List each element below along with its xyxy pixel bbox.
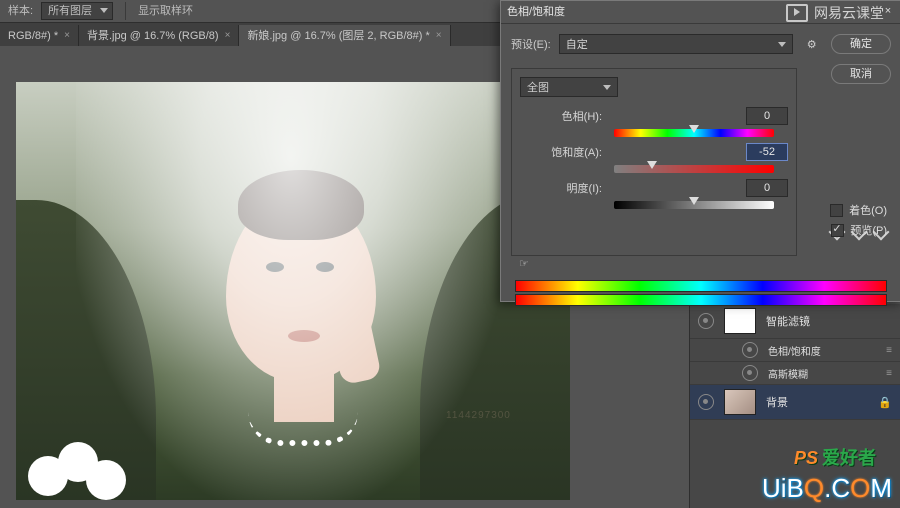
lightness-input[interactable]: 0 [746, 179, 788, 197]
visibility-icon[interactable] [742, 365, 758, 381]
filter-row[interactable]: 色相/饱和度 ≡ [690, 339, 900, 362]
brand-cn-text: 爱好者 [822, 448, 876, 468]
filter-name: 色相/饱和度 [768, 343, 876, 358]
sample-dropdown[interactable]: 所有图层 [41, 2, 113, 20]
lightness-label: 明度(I): [520, 180, 602, 196]
preset-value: 自定 [566, 36, 588, 52]
hue-saturation-dialog: 色相/饱和度 × 预设(E): 自定 ⚙ 确定 取消 全图 色相(H): 0 [500, 0, 900, 302]
dialog-title: 色相/饱和度 [507, 1, 565, 23]
preset-label: 预设(E): [511, 36, 551, 52]
hue-spectrum-bottom [515, 294, 887, 306]
hue-input[interactable]: 0 [746, 107, 788, 125]
preview-checkbox-row[interactable]: 预览(P) [831, 222, 887, 238]
layer-thumbnail [724, 389, 756, 415]
visibility-icon[interactable] [698, 394, 714, 410]
targeted-adjust-icon[interactable]: ☞ [519, 257, 529, 270]
saturation-slider[interactable] [614, 165, 774, 173]
canvas-content [28, 440, 148, 500]
filter-name: 高斯模糊 [768, 366, 876, 381]
visibility-icon[interactable] [698, 313, 714, 329]
document-tab[interactable]: RGB/8#) * × [0, 25, 79, 47]
slider-group: 全图 色相(H): 0 饱和度(A): -52 明度(I): [511, 68, 797, 256]
watermark-brand-top: 网易云课堂 [786, 2, 884, 24]
lightness-slider[interactable] [614, 201, 774, 209]
gear-icon[interactable]: ⚙ [807, 38, 817, 51]
tab-label: 背景.jpg @ 16.7% (RGB/8) [87, 25, 219, 47]
filter-options-icon[interactable]: ≡ [886, 345, 892, 356]
show-sample-ring-checkbox-label[interactable]: 显示取样环 [138, 0, 193, 22]
chevron-down-icon [778, 42, 786, 47]
sample-label: 样本: [8, 0, 33, 22]
layer-thumbnail [724, 308, 756, 334]
saturation-input[interactable]: -52 [746, 143, 788, 161]
canvas-content [76, 82, 506, 500]
watermark-brand-cn: PS爱好者 [794, 444, 876, 470]
lock-icon: 🔒 [878, 396, 892, 409]
tab-label: RGB/8#) * [8, 25, 58, 47]
document-tab[interactable]: 新娘.jpg @ 16.7% (图层 2, RGB/8#) * × [239, 25, 450, 47]
colorize-checkbox-row[interactable]: 着色(O) [830, 202, 887, 218]
watermark-brand-en: UiBQ.COM [762, 473, 892, 504]
layer-name: 智能滤镜 [766, 313, 892, 329]
document-canvas[interactable]: 1144297300 [16, 82, 570, 500]
tab-label: 新娘.jpg @ 16.7% (图层 2, RGB/8#) * [247, 25, 429, 47]
filter-options-icon[interactable]: ≡ [886, 368, 892, 379]
preview-checkbox[interactable] [831, 224, 844, 237]
close-icon[interactable]: × [225, 25, 231, 47]
colorize-label: 着色(O) [849, 202, 887, 218]
hue-label: 色相(H): [520, 108, 602, 124]
preset-dropdown[interactable]: 自定 [559, 34, 793, 54]
chevron-down-icon [603, 85, 611, 90]
video-logo-icon [786, 4, 808, 22]
layer-row-background[interactable]: 背景 🔒 [690, 385, 900, 420]
sample-value: 所有图层 [48, 5, 92, 17]
cancel-button[interactable]: 取消 [831, 64, 891, 84]
brand-top-text: 网易云课堂 [814, 3, 884, 23]
watermark-id: 1144297300 [446, 410, 511, 421]
layer-name: 背景 [766, 394, 868, 410]
visibility-icon[interactable] [742, 342, 758, 358]
preview-label: 预览(P) [850, 222, 887, 238]
brand-cn-prefix: PS [794, 448, 818, 468]
channel-value: 全图 [527, 79, 549, 95]
hue-spectrum-top [515, 280, 887, 292]
slider-thumb-icon[interactable] [689, 197, 699, 205]
ok-button[interactable]: 确定 [831, 34, 891, 54]
close-icon[interactable]: × [436, 25, 442, 47]
close-icon[interactable]: × [64, 25, 70, 47]
filter-row[interactable]: 高斯模糊 ≡ [690, 362, 900, 385]
toolbar-separator [125, 2, 126, 20]
chevron-down-icon [100, 8, 108, 13]
saturation-label: 饱和度(A): [520, 144, 602, 160]
hue-slider[interactable] [614, 129, 774, 137]
colorize-checkbox[interactable] [830, 204, 843, 217]
slider-thumb-icon[interactable] [689, 125, 699, 133]
document-tab[interactable]: 背景.jpg @ 16.7% (RGB/8) × [79, 25, 239, 47]
slider-thumb-icon[interactable] [647, 161, 657, 169]
channel-dropdown[interactable]: 全图 [520, 77, 618, 97]
